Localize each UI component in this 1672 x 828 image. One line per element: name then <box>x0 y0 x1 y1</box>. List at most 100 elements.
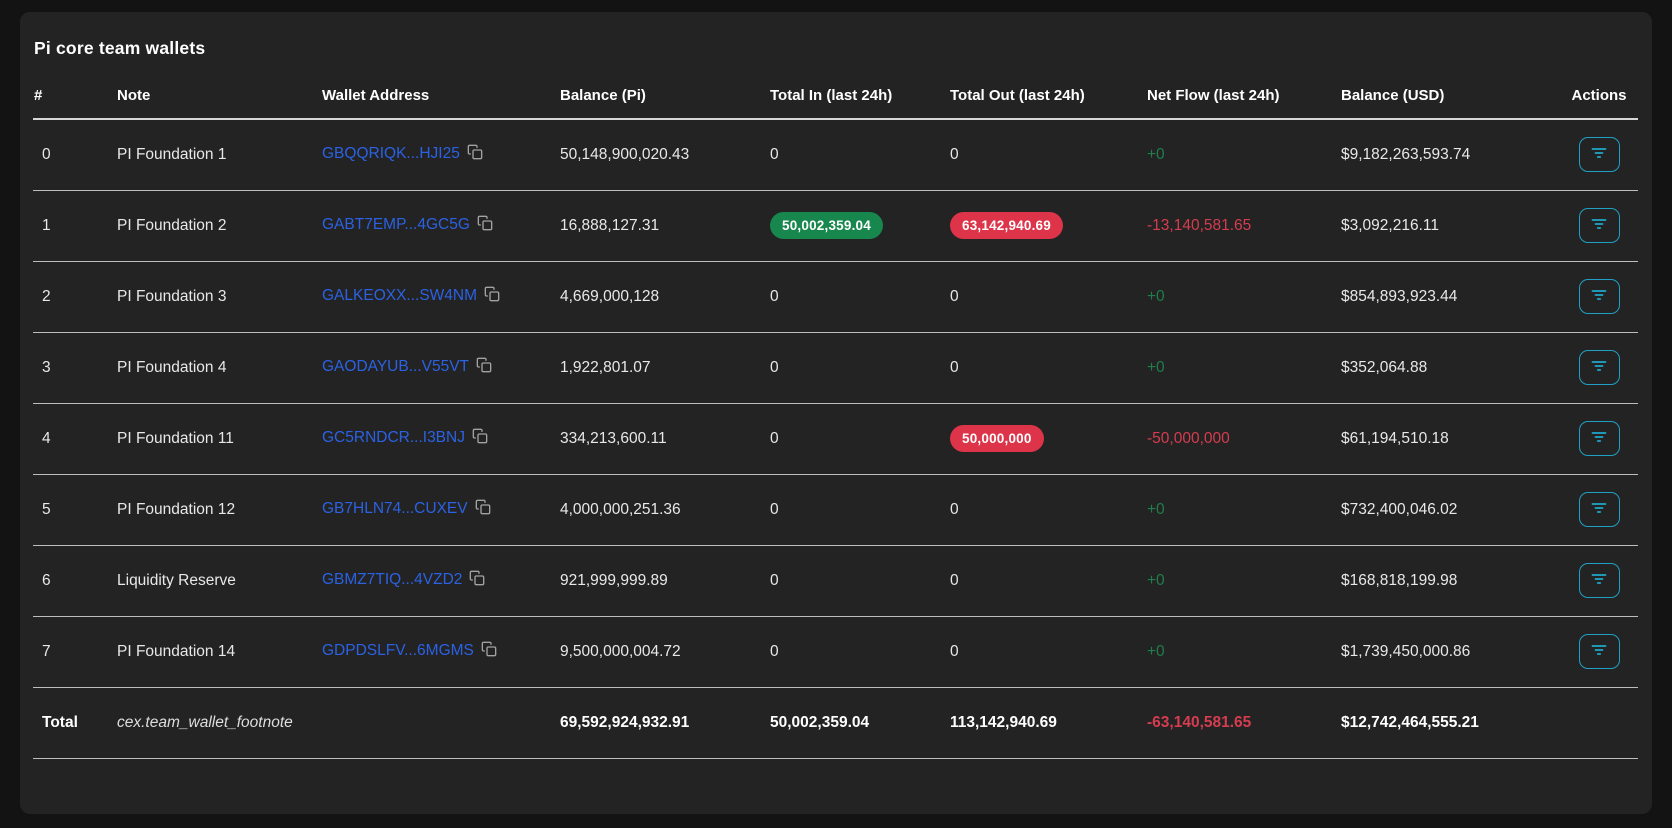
cell-balance-pi: 50,148,900,020.43 <box>560 119 770 191</box>
cell-note: PI Foundation 3 <box>117 261 322 333</box>
table-header-row: # Note Wallet Address Balance (Pi) Total… <box>33 73 1638 120</box>
cell-balance-pi: 4,000,000,251.36 <box>560 474 770 546</box>
cell-balance-usd: $854,893,923.44 <box>1341 261 1560 333</box>
cell-total-out: 0 <box>950 616 1147 688</box>
table-row: 0 PI Foundation 1 GBQQRIQK...HJI25 50,14… <box>33 119 1638 191</box>
cell-total-out: 0 <box>950 332 1147 404</box>
cell-balance-pi: 9,500,000,004.72 <box>560 616 770 688</box>
cell-net-flow: +0 <box>1147 474 1341 546</box>
col-header-net-flow: Net Flow (last 24h) <box>1147 73 1341 120</box>
cell-net-flow: +0 <box>1147 332 1341 404</box>
col-header-balance-pi: Balance (Pi) <box>560 73 770 120</box>
cell-index: 4 <box>33 403 117 475</box>
copy-icon[interactable] <box>476 357 492 378</box>
cell-wallet: GABT7EMP...4GC5G <box>322 190 560 262</box>
cell-balance-pi: 16,888,127.31 <box>560 190 770 262</box>
cell-note: Liquidity Reserve <box>117 545 322 617</box>
total-actions-spacer <box>1560 687 1638 759</box>
total-wallet-spacer <box>322 687 560 759</box>
cell-total-out: 0 <box>950 261 1147 333</box>
cell-balance-pi: 4,669,000,128 <box>560 261 770 333</box>
filter-icon <box>1591 359 1607 376</box>
cell-net-flow: +0 <box>1147 119 1341 191</box>
total-in: 50,002,359.04 <box>770 687 950 759</box>
table-total-row: Total cex.team_wallet_footnote 69,592,92… <box>33 687 1638 759</box>
copy-icon[interactable] <box>481 641 497 662</box>
filter-icon <box>1591 572 1607 589</box>
cell-balance-usd: $732,400,046.02 <box>1341 474 1560 546</box>
cell-balance-pi: 921,999,999.89 <box>560 545 770 617</box>
cell-balance-pi: 1,922,801.07 <box>560 332 770 404</box>
team-wallets-card: Pi core team wallets # Note Wallet Addre… <box>20 12 1652 814</box>
row-actions-button[interactable] <box>1578 492 1620 527</box>
cell-total-in: 0 <box>770 332 950 404</box>
wallet-address-link[interactable]: GAODAYUB...V55VT <box>322 358 469 375</box>
wallet-address-link[interactable]: GBQQRIQK...HJI25 <box>322 145 460 162</box>
cell-balance-usd: $3,092,216.11 <box>1341 190 1560 262</box>
cell-wallet: GDPDSLFV...6MGMS <box>322 616 560 688</box>
cell-total-in: 50,002,359.04 <box>770 190 950 262</box>
copy-icon[interactable] <box>484 286 500 307</box>
row-actions-button[interactable] <box>1578 350 1620 385</box>
col-header-total-out: Total Out (last 24h) <box>950 73 1147 120</box>
cell-balance-pi: 334,213,600.11 <box>560 403 770 475</box>
row-actions-button[interactable] <box>1578 279 1620 314</box>
cell-wallet: GBMZ7TIQ...4VZD2 <box>322 545 560 617</box>
total-out-badge: 50,000,000 <box>950 425 1044 452</box>
copy-icon[interactable] <box>469 570 485 591</box>
col-header-note: Note <box>117 73 322 120</box>
wallet-address-link[interactable]: GABT7EMP...4GC5G <box>322 216 470 233</box>
filter-icon <box>1591 430 1607 447</box>
table-row: 4 PI Foundation 11 GC5RNDCR...I3BNJ 334,… <box>33 403 1638 475</box>
cell-note: PI Foundation 4 <box>117 332 322 404</box>
cell-total-in: 0 <box>770 616 950 688</box>
cell-index: 6 <box>33 545 117 617</box>
cell-index: 5 <box>33 474 117 546</box>
col-header-total-in: Total In (last 24h) <box>770 73 950 120</box>
row-actions-button[interactable] <box>1578 208 1620 243</box>
wallet-address-link[interactable]: GALKEOXX...SW4NM <box>322 287 477 304</box>
row-actions-button[interactable] <box>1578 634 1620 669</box>
wallet-address-link[interactable]: GDPDSLFV...6MGMS <box>322 642 474 659</box>
page-background: Pi core team wallets # Note Wallet Addre… <box>0 0 1672 828</box>
row-actions-button[interactable] <box>1578 421 1620 456</box>
row-actions-button[interactable] <box>1578 563 1620 598</box>
cell-index: 2 <box>33 261 117 333</box>
col-header-index: # <box>33 73 117 120</box>
filter-icon <box>1591 288 1607 305</box>
wallet-address-link[interactable]: GBMZ7TIQ...4VZD2 <box>322 571 462 588</box>
cell-total-out: 0 <box>950 545 1147 617</box>
cell-wallet: GC5RNDCR...I3BNJ <box>322 403 560 475</box>
copy-icon[interactable] <box>475 499 491 520</box>
table-row: 3 PI Foundation 4 GAODAYUB...V55VT 1,922… <box>33 332 1638 404</box>
cell-balance-usd: $168,818,199.98 <box>1341 545 1560 617</box>
copy-icon[interactable] <box>472 428 488 449</box>
table-row: 2 PI Foundation 3 GALKEOXX...SW4NM 4,669… <box>33 261 1638 333</box>
cell-total-in: 0 <box>770 261 950 333</box>
cell-balance-usd: $61,194,510.18 <box>1341 403 1560 475</box>
cell-index: 1 <box>33 190 117 262</box>
copy-icon[interactable] <box>467 144 483 165</box>
filter-icon <box>1591 146 1607 163</box>
table-row: 6 Liquidity Reserve GBMZ7TIQ...4VZD2 921… <box>33 545 1638 617</box>
cell-wallet: GBQQRIQK...HJI25 <box>322 119 560 191</box>
cell-wallet: GB7HLN74...CUXEV <box>322 474 560 546</box>
page-title: Pi core team wallets <box>34 38 206 58</box>
total-net-flow: -63,140,581.65 <box>1147 687 1341 759</box>
cell-net-flow: +0 <box>1147 545 1341 617</box>
filter-icon <box>1591 217 1607 234</box>
cell-note: PI Foundation 1 <box>117 119 322 191</box>
wallet-address-link[interactable]: GB7HLN74...CUXEV <box>322 500 468 517</box>
cell-note: PI Foundation 11 <box>117 403 322 475</box>
cell-note: PI Foundation 2 <box>117 190 322 262</box>
col-header-wallet-address: Wallet Address <box>322 73 560 120</box>
col-header-actions: Actions <box>1560 73 1638 120</box>
row-actions-button[interactable] <box>1578 137 1620 173</box>
filter-icon <box>1591 643 1607 660</box>
wallet-address-link[interactable]: GC5RNDCR...I3BNJ <box>322 429 465 446</box>
total-out: 113,142,940.69 <box>950 687 1147 759</box>
wallets-table: # Note Wallet Address Balance (Pi) Total… <box>33 73 1638 759</box>
cell-total-in: 0 <box>770 403 950 475</box>
copy-icon[interactable] <box>477 215 493 236</box>
table-row: 7 PI Foundation 14 GDPDSLFV...6MGMS 9,50… <box>33 616 1638 688</box>
